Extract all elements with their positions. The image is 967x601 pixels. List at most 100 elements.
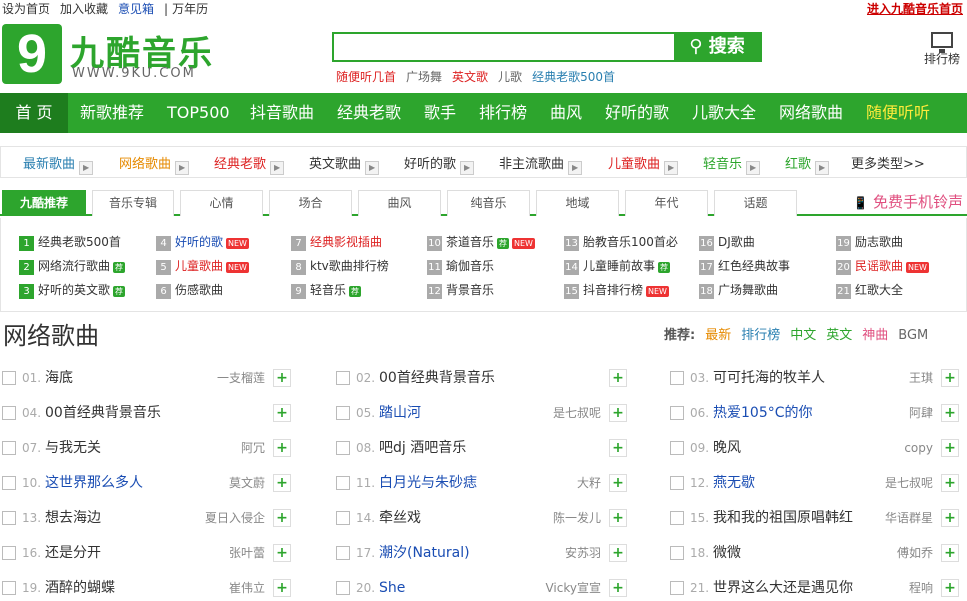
grid-label[interactable]: 瑜伽音乐 [446, 259, 494, 273]
cat-label[interactable]: 轻音乐 [703, 157, 742, 172]
song-checkbox[interactable] [336, 441, 350, 455]
song-artist[interactable]: 莫文蔚 [229, 471, 265, 495]
grid-item[interactable]: 3 好听的英文歌荐 [19, 281, 126, 299]
song-checkbox[interactable] [336, 371, 350, 385]
grid-item[interactable]: 4 好听的歌 NEW [156, 233, 249, 251]
tab[interactable]: 纯音乐 [447, 190, 530, 216]
nav-item[interactable]: 随便听听 [866, 93, 930, 133]
add-icon[interactable]: + [273, 474, 291, 492]
song-title[interactable]: 热爱105°C的你 [713, 401, 813, 425]
song-artist[interactable]: 夏日入侵企 [205, 506, 265, 530]
grid-label[interactable]: 红色经典故事 [718, 259, 790, 273]
song-checkbox[interactable] [670, 371, 684, 385]
song-checkbox[interactable] [336, 546, 350, 560]
cat-item[interactable]: 好听的歌 ▶ [404, 153, 475, 175]
add-icon[interactable]: + [941, 474, 959, 492]
add-icon[interactable]: + [941, 439, 959, 457]
grid-item[interactable]: 11 瑜伽音乐 [427, 257, 494, 275]
grid-item[interactable]: 7 经典影视插曲 [291, 233, 382, 251]
cat-item[interactable]: 最新歌曲 ▶ [23, 153, 94, 175]
song-title[interactable]: 吧dj 酒吧音乐 [379, 436, 466, 460]
song-title[interactable]: 世界这么大还是遇见你 [713, 576, 853, 600]
search-input[interactable] [334, 34, 678, 60]
nav-item[interactable]: 好听的歌 [605, 93, 669, 133]
add-icon[interactable]: + [941, 509, 959, 527]
song-title[interactable]: 与我无关 [45, 436, 101, 460]
search-button[interactable]: ⚲ 搜索 [674, 32, 760, 62]
song-title[interactable]: 燕无歇 [713, 471, 755, 495]
grid-item[interactable]: 1 经典老歌500首 [19, 233, 121, 251]
song-artist[interactable]: 是七叔呢 [553, 401, 601, 425]
grid-label[interactable]: 胎教音乐100首必 [583, 235, 678, 249]
song-artist[interactable]: 华语群星 [885, 506, 933, 530]
nav-item[interactable]: 抖音歌曲 [250, 93, 314, 133]
nav-item[interactable]: 首 页 [0, 93, 68, 133]
song-checkbox[interactable] [2, 546, 16, 560]
rank-button[interactable]: 排行榜 [922, 32, 962, 67]
grid-label[interactable]: DJ歌曲 [718, 235, 755, 249]
song-checkbox[interactable] [2, 371, 16, 385]
song-title[interactable]: 00首经典背景音乐 [379, 366, 495, 390]
cat-label[interactable]: 非主流歌曲 [499, 157, 564, 172]
nav-item[interactable]: 儿歌大全 [692, 93, 756, 133]
song-title[interactable]: 酒醉的蝴蝶 [45, 576, 115, 600]
logo-icon[interactable]: 9 [2, 24, 62, 84]
song-checkbox[interactable] [670, 441, 684, 455]
song-checkbox[interactable] [336, 581, 350, 595]
rec-link[interactable]: BGM [898, 328, 928, 343]
hot-link[interactable]: 经典老歌500首 [532, 70, 615, 84]
nav-item[interactable]: 经典老歌 [337, 93, 401, 133]
song-title[interactable]: 牵丝戏 [379, 506, 421, 530]
grid-item[interactable]: 9 轻音乐荐 [291, 281, 362, 299]
play-icon[interactable]: ▶ [175, 161, 190, 175]
nav-item[interactable]: TOP500 [167, 93, 230, 133]
add-icon[interactable]: + [941, 544, 959, 562]
grid-label[interactable]: 轻音乐 [310, 283, 346, 297]
song-checkbox[interactable] [2, 441, 16, 455]
add-icon[interactable]: + [273, 579, 291, 597]
song-title[interactable]: 海底 [45, 366, 73, 390]
song-title[interactable]: 还是分开 [45, 541, 101, 565]
add-icon[interactable]: + [273, 404, 291, 422]
add-icon[interactable]: + [609, 474, 627, 492]
grid-item[interactable]: 20 民谣歌曲 NEW [836, 257, 929, 275]
play-icon[interactable]: ▶ [79, 161, 94, 175]
song-artist[interactable]: 程响 [909, 576, 933, 600]
grid-item[interactable]: 18 广场舞歌曲 [699, 281, 778, 299]
song-title[interactable]: 踏山河 [379, 401, 421, 425]
song-checkbox[interactable] [670, 406, 684, 420]
grid-item[interactable]: 21 红歌大全 [836, 281, 903, 299]
play-icon[interactable]: ▶ [815, 161, 830, 175]
nav-item[interactable]: 新歌推荐 [80, 93, 144, 133]
cat-label[interactable]: 网络歌曲 [119, 157, 171, 172]
hot-link[interactable]: 英文歌 [452, 70, 488, 84]
grid-label[interactable]: 经典影视插曲 [310, 235, 382, 249]
grid-label[interactable]: 好听的英文歌 [38, 283, 110, 297]
song-title[interactable]: 这世界那么多人 [45, 471, 143, 495]
song-artist[interactable]: 是七叔呢 [885, 471, 933, 495]
song-artist[interactable]: 崔伟立 [229, 576, 265, 600]
set-homepage-link[interactable]: 设为首页 [2, 2, 50, 16]
grid-label[interactable]: 励志歌曲 [855, 235, 903, 249]
song-artist[interactable]: 王琪 [909, 366, 933, 390]
song-artist[interactable]: 阿肆 [909, 401, 933, 425]
nav-item[interactable]: 排行榜 [479, 93, 527, 133]
grid-label[interactable]: 红歌大全 [855, 283, 903, 297]
play-icon[interactable]: ▶ [664, 161, 679, 175]
grid-item[interactable]: 12 背景音乐 [427, 281, 494, 299]
rec-link[interactable]: 排行榜 [741, 328, 780, 343]
cat-label[interactable]: 英文歌曲 [309, 157, 361, 172]
song-title[interactable]: 可可托海的牧羊人 [713, 366, 825, 390]
hot-link[interactable]: 儿歌 [498, 70, 522, 84]
add-icon[interactable]: + [609, 509, 627, 527]
add-icon[interactable]: + [273, 544, 291, 562]
play-icon[interactable]: ▶ [460, 161, 475, 175]
song-title[interactable]: 我和我的祖国原唱韩红 [713, 506, 853, 530]
add-favorite-link[interactable]: 加入收藏 [60, 2, 108, 16]
cat-label[interactable]: 最新歌曲 [23, 157, 75, 172]
grid-label[interactable]: 伤感歌曲 [175, 283, 223, 297]
song-artist[interactable]: copy [904, 436, 933, 460]
cat-item[interactable]: 经典老歌 ▶ [214, 153, 285, 175]
song-checkbox[interactable] [670, 511, 684, 525]
add-icon[interactable]: + [941, 404, 959, 422]
